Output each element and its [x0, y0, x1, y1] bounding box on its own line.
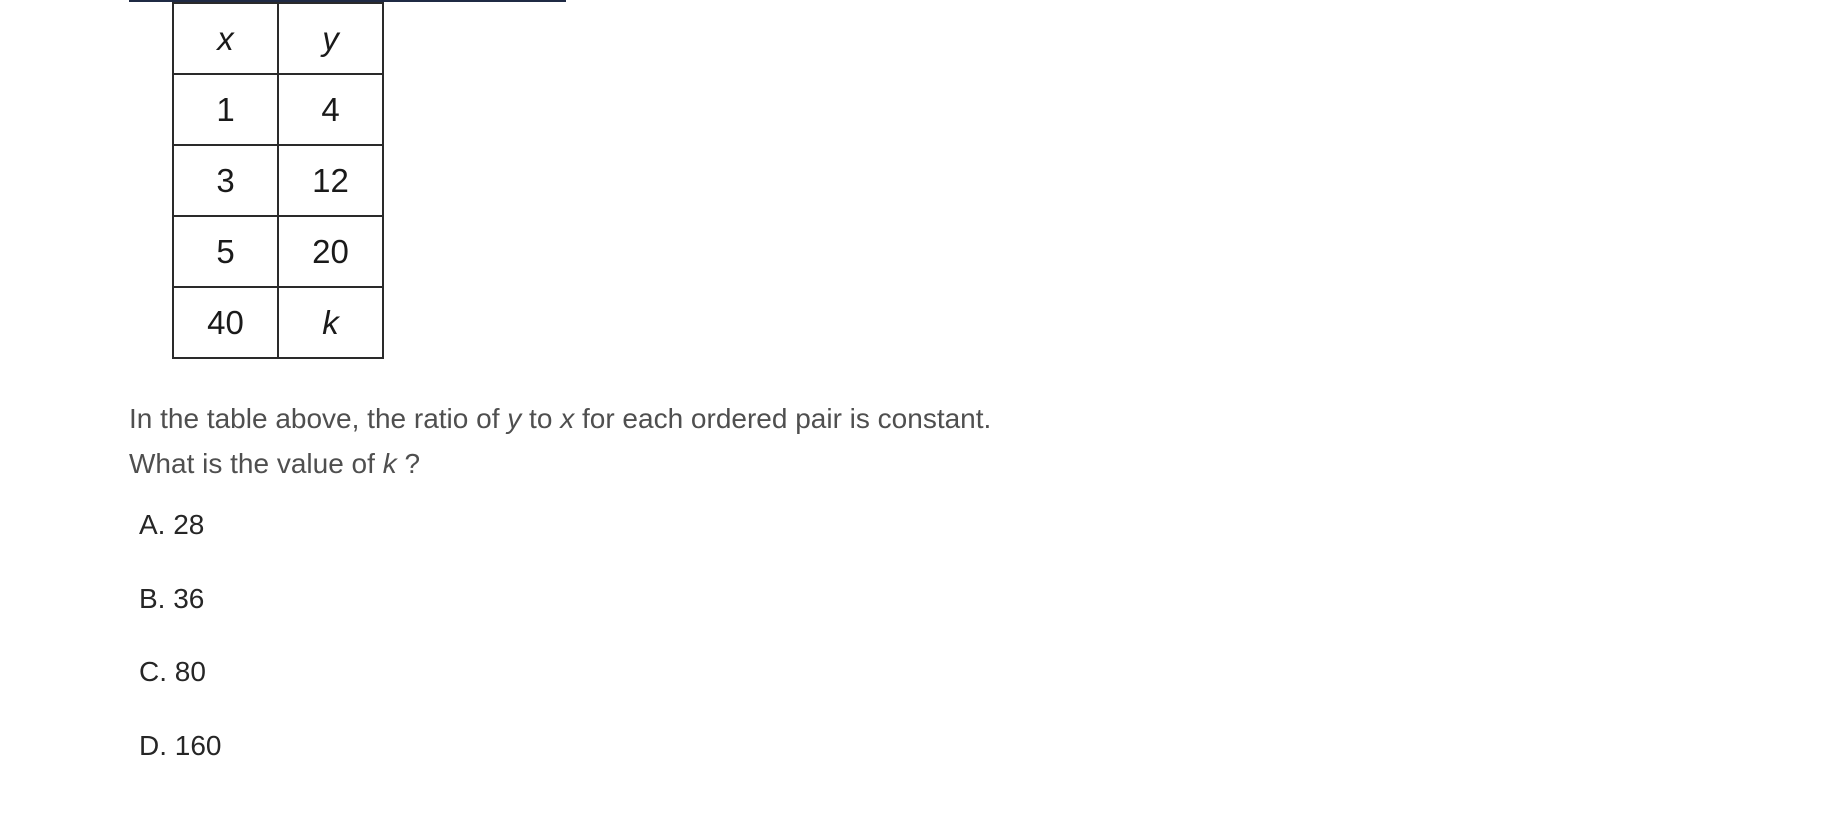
answer-choices: A. 28 B. 36 C. 80 D. 160 — [139, 505, 222, 799]
table-row: 1 4 — [172, 73, 384, 146]
choice-a[interactable]: A. 28 — [139, 505, 222, 579]
question-part-1: In the table above, the ratio of — [129, 403, 508, 434]
question-part-2: to — [521, 403, 561, 434]
table-cell-x: 3 — [172, 144, 279, 217]
table-header-row: x y — [172, 2, 384, 75]
table-cell-y: 4 — [277, 73, 384, 146]
choice-d[interactable]: D. 160 — [139, 726, 222, 800]
table-cell-x: 5 — [172, 215, 279, 288]
table-header-y: y — [277, 2, 384, 75]
question-var-x: x — [560, 403, 575, 434]
table-cell-y: 12 — [277, 144, 384, 217]
question-text: In the table above, the ratio of y to x … — [129, 396, 1009, 486]
table-row: 3 12 — [172, 144, 384, 217]
table-cell-y: k — [277, 286, 384, 359]
table-cell-x: 1 — [172, 73, 279, 146]
xy-table: x y 1 4 3 12 5 20 40 k — [172, 2, 384, 359]
table-row: 40 k — [172, 286, 384, 359]
question-var-k: k — [382, 448, 397, 479]
table-cell-x: 40 — [172, 286, 279, 359]
question-var-y: y — [507, 403, 522, 434]
table-header-x: x — [172, 2, 279, 75]
table-row: 5 20 — [172, 215, 384, 288]
question-part-4: ? — [396, 448, 421, 479]
choice-b[interactable]: B. 36 — [139, 579, 222, 653]
table-cell-y: 20 — [277, 215, 384, 288]
choice-c[interactable]: C. 80 — [139, 652, 222, 726]
